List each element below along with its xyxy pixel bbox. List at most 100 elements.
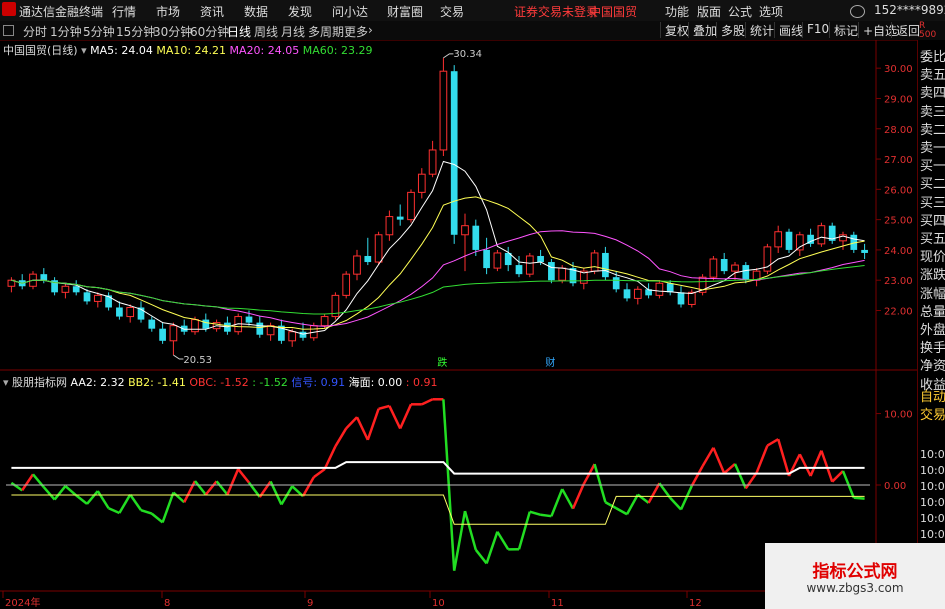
r-value: 500 (919, 30, 937, 40)
statistics-button[interactable]: 统计 (745, 22, 774, 38)
obc-seg-19 (204, 480, 218, 496)
period-monthly[interactable]: 月线 (281, 23, 305, 40)
candle-body-45 (493, 252, 502, 269)
period-more[interactable]: 更多 (344, 23, 368, 40)
candle-body-67 (731, 264, 739, 272)
back-button[interactable]: 返回 (891, 22, 920, 38)
side-item-10: 买五 (920, 232, 945, 247)
menu-item-wenxiaoda[interactable]: 问小达 (332, 3, 368, 20)
xtick-5: 12 (689, 598, 702, 609)
obc-seg-66 (712, 447, 726, 474)
price-tick-6: 24.00 (884, 246, 913, 257)
period-30min[interactable]: 30分钟 (153, 23, 192, 40)
obc-seg-33 (355, 416, 369, 441)
menu-item-shuju[interactable]: 数据 (244, 3, 268, 20)
menu-item-banmian[interactable]: 版面 (697, 3, 721, 20)
candle-body-62 (677, 292, 685, 305)
candlestick-series: 30.34 20.53 跌 财 (7, 49, 868, 369)
candle-body-11 (126, 306, 135, 318)
obc-seg-60 (647, 482, 661, 504)
obc-seg-58 (625, 494, 639, 515)
period-daily[interactable]: 日线 (227, 23, 251, 40)
side-item-7: 买二 (920, 177, 945, 193)
period-multi[interactable]: 多周期 (308, 23, 344, 40)
obc-seg-13 (140, 508, 153, 515)
side-item-2: 卖四 (920, 86, 945, 102)
multi-stock-button[interactable]: 多股 (716, 22, 745, 38)
obc-seg-59 (637, 493, 650, 504)
obc-seg-20 (215, 480, 229, 496)
obc-seg-32 (345, 416, 358, 430)
draw-line-button[interactable]: 画线 (774, 22, 803, 38)
menu-item-xuanxiang[interactable]: 选项 (759, 3, 783, 20)
candle-body-41 (450, 71, 458, 235)
obc-seg-14 (151, 512, 164, 524)
menu-item-zixun[interactable]: 资讯 (200, 3, 224, 20)
side-item-5: 卖一 (920, 141, 945, 156)
candle-body-71 (774, 231, 783, 248)
obc-seg-71 (766, 438, 779, 447)
period-1min[interactable]: 1分钟 (50, 23, 82, 40)
obc-seg-50 (540, 513, 552, 518)
menu-item-faxian[interactable]: 发现 (288, 3, 312, 20)
time-item-3: 10:05 (920, 496, 945, 509)
candle-body-8 (93, 294, 102, 302)
obc-seg-55 (593, 463, 607, 503)
f10-button[interactable]: F10 (802, 22, 829, 38)
menu-item-gongshi[interactable]: 公式 (728, 3, 752, 20)
obc-seg-29 (313, 468, 326, 479)
obc-seg-8 (86, 490, 99, 505)
account-number[interactable]: 152****9892 (874, 3, 945, 17)
candle-body-27 (299, 331, 307, 338)
candle-body-36 (396, 216, 404, 220)
menu-item-jiaoyi[interactable]: 交易 (440, 3, 464, 20)
side-item-1: 卖五 (920, 68, 945, 84)
obc-seg-57 (615, 507, 628, 516)
candle-body-49 (537, 255, 544, 263)
side-item-8: 买三 (920, 195, 945, 211)
candle-body-73 (795, 234, 804, 251)
candle-body-23 (256, 322, 264, 335)
side-item-16: 换手 (920, 341, 945, 357)
user-avatar-icon[interactable] (850, 5, 865, 18)
fuquan-button[interactable]: 复权 (660, 22, 689, 38)
menu-item-caifuquan[interactable]: 财富圈 (387, 3, 423, 20)
obc-seg-18 (194, 480, 207, 496)
candle-body-68 (742, 265, 750, 281)
candle-body-58 (633, 288, 642, 299)
candle-body-14 (159, 328, 166, 341)
menu-item-gongneng[interactable]: 功能 (665, 3, 689, 20)
period-5min[interactable]: 5分钟 (83, 23, 115, 40)
watermark-badge: 指标公式网 www.zbgs3.com (765, 543, 945, 609)
login-status[interactable]: 证券交易未登录 (514, 3, 598, 20)
obc-seg-28 (301, 476, 315, 497)
period-60min[interactable]: 60分钟 (190, 23, 229, 40)
candle-body-39 (428, 149, 437, 175)
grid-toggle-icon[interactable] (3, 25, 14, 36)
kline-chart[interactable]: 30.34 20.53 跌 财 30.00 29.00 28.00 27.00 26.00 25… (0, 40, 917, 609)
period-weekly[interactable]: 周线 (254, 23, 278, 40)
obc-seg-15 (161, 492, 175, 523)
obc-seg-10 (108, 507, 120, 515)
high-marker (443, 53, 454, 59)
price-tick-5: 25.00 (884, 216, 913, 227)
candle-body-51 (558, 267, 567, 281)
obc-seg-42 (452, 510, 467, 571)
xtick-2: 9 (307, 598, 313, 609)
period-15min[interactable]: 15分钟 (116, 23, 155, 40)
candle-body-5 (61, 285, 70, 293)
menu-item-shichang[interactable]: 市场 (156, 3, 180, 20)
obc-seg-74 (798, 453, 812, 477)
overlay-button[interactable]: 叠加 (688, 22, 717, 38)
obc-seg-35 (378, 404, 390, 411)
auto-trade-label-1[interactable]: 交易 (920, 404, 945, 423)
candle-body-18 (202, 319, 210, 329)
menu-item-hangqing[interactable]: 行情 (112, 3, 136, 20)
auto-trade-label-0[interactable]: 自动 (920, 386, 945, 405)
obc-seg-4 (42, 486, 56, 501)
ind-tick-0: 10.00 (884, 410, 913, 421)
period-fenshi[interactable]: 分时 (23, 23, 47, 40)
candle-body-34 (374, 234, 383, 263)
chevron-right-icon[interactable]: › (368, 23, 373, 37)
obc-seg-44 (474, 549, 488, 565)
